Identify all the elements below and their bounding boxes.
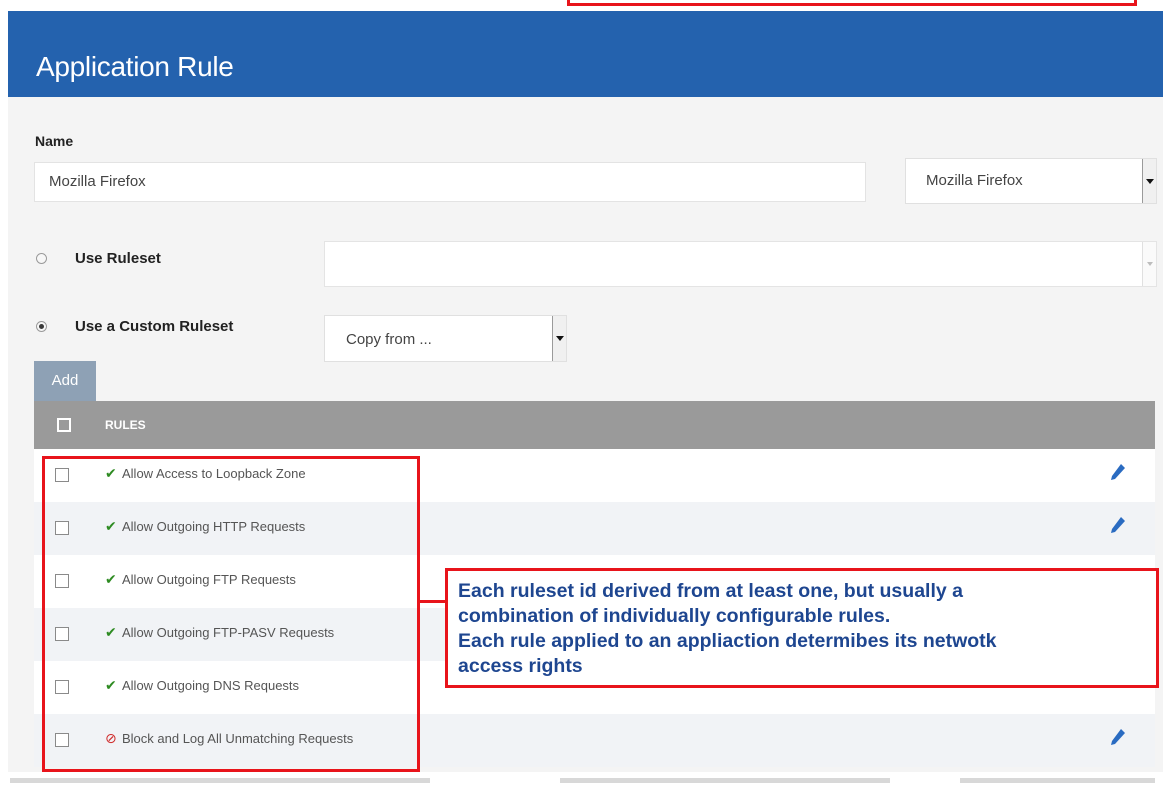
torn-edge [0,772,1163,787]
use-ruleset-label: Use Ruleset [75,250,161,267]
name-input[interactable]: Mozilla Firefox [34,162,866,202]
annotation-connector [417,600,447,603]
annotation-line: combination of individually configurable… [458,605,891,627]
copy-from-select-value: Copy from ... [346,331,432,348]
dropdown-arrow-icon[interactable] [552,316,566,361]
annotation-line: Each ruleset id derived from at least on… [458,580,963,602]
dialog-header: Application Rule [8,11,1163,97]
pencil-edit-icon[interactable] [1109,515,1127,537]
annotation-line: Each rule applied to an appliaction dete… [458,630,997,652]
name-label: Name [35,133,74,149]
pencil-edit-icon[interactable] [1109,462,1127,484]
application-select-value: Mozilla Firefox [926,172,1023,189]
select-all-checkbox[interactable] [57,418,71,432]
ruleset-select[interactable] [324,241,1157,287]
add-rule-button[interactable]: Add [34,361,96,401]
pencil-edit-icon[interactable] [1109,727,1127,749]
copy-from-select[interactable]: Copy from ... [324,315,567,362]
annotation-line: access rights [458,655,583,677]
use-custom-ruleset-label: Use a Custom Ruleset [75,318,234,335]
dropdown-arrow-icon[interactable] [1142,159,1156,203]
use-custom-ruleset-radio[interactable] [36,321,47,332]
top-annotation-box [567,0,1137,6]
application-select[interactable]: Mozilla Firefox [905,158,1157,204]
rules-annotation-box [42,456,420,772]
dropdown-arrow-icon[interactable] [1142,242,1156,286]
rules-column-header: RULES [105,418,146,432]
page-title: Application Rule [36,51,234,82]
rules-table-header: RULES [34,401,1155,449]
annotation-callout: Each ruleset id derived from at least on… [445,568,1159,688]
use-ruleset-radio[interactable] [36,253,47,264]
